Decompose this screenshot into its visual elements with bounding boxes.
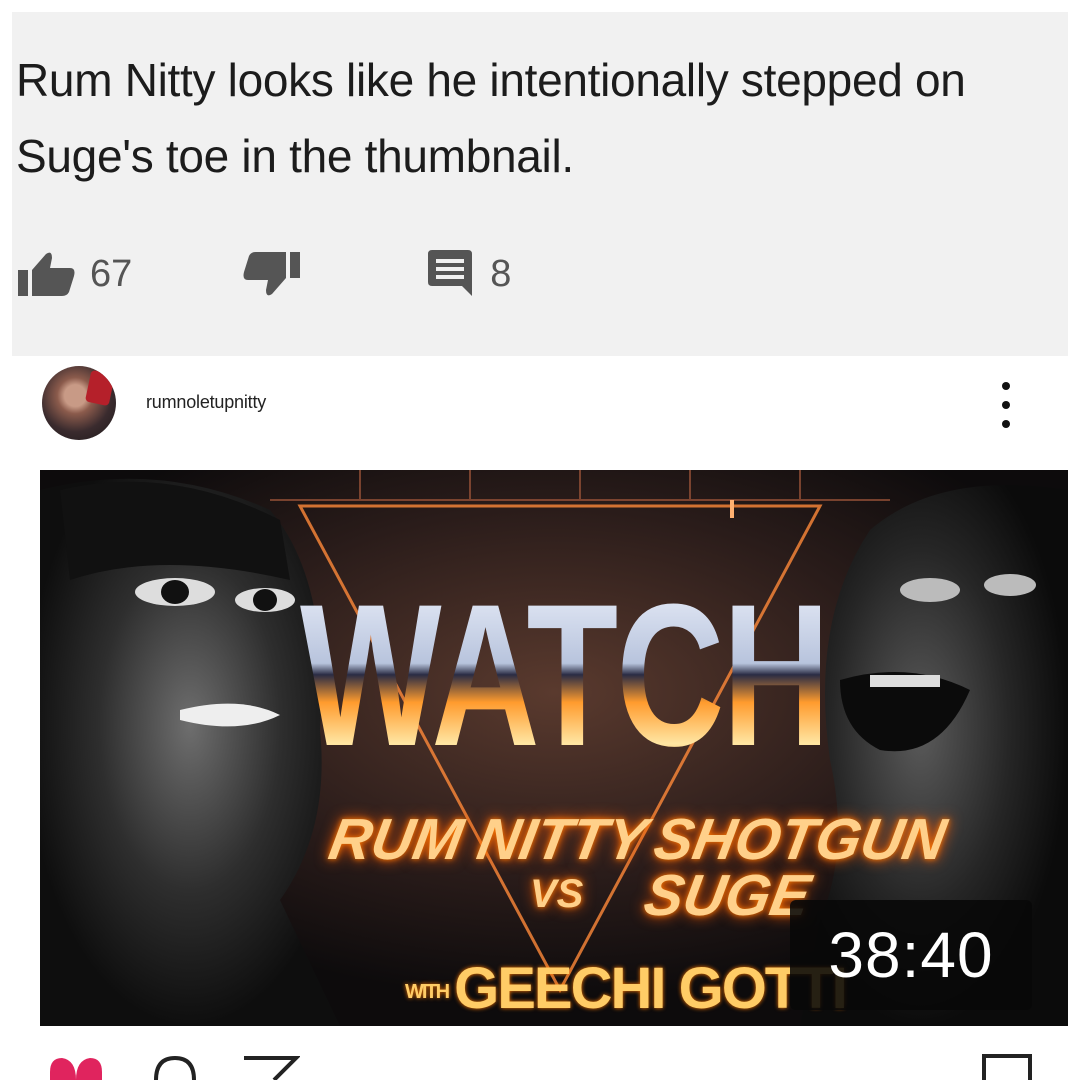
versus-label: VS (530, 872, 584, 916)
send-icon[interactable] (240, 1052, 300, 1080)
thumbs-down-icon (243, 252, 301, 296)
bookmark-icon[interactable] (980, 1052, 1034, 1080)
more-vert-icon[interactable] (1000, 382, 1012, 428)
like-count: 67 (90, 252, 133, 295)
comment-text: Rum Nitty looks like he intentionally st… (16, 54, 966, 182)
reply-count: 8 (490, 252, 512, 295)
username[interactable]: rumnoletupnitty (146, 392, 266, 413)
post-actions (40, 1052, 1040, 1080)
thumbnail-headline: WATCH (300, 561, 831, 789)
like-button[interactable]: 67 (16, 250, 132, 298)
avatar[interactable] (42, 366, 116, 440)
host-credit: WITH GEECHI GOTTI (405, 955, 848, 1022)
host-name: GEECHI GOTTI (454, 956, 848, 1021)
thumbs-up-icon (18, 252, 75, 296)
post-header: rumnoletupnitty (42, 366, 1042, 440)
comment-card: Rum Nitty looks like he intentionally st… (12, 12, 1068, 356)
left-fighter-name: RUM NITTY (324, 807, 652, 872)
heart-icon[interactable] (46, 1052, 106, 1080)
comment-actions: 67 8 (16, 244, 511, 304)
comment-bubble-icon[interactable] (150, 1052, 200, 1080)
comment-icon (428, 250, 473, 296)
reply-button[interactable]: 8 (424, 248, 511, 300)
video-duration: 38:40 (790, 900, 1032, 1010)
dislike-button[interactable] (242, 248, 302, 300)
with-label: WITH (405, 981, 450, 1004)
